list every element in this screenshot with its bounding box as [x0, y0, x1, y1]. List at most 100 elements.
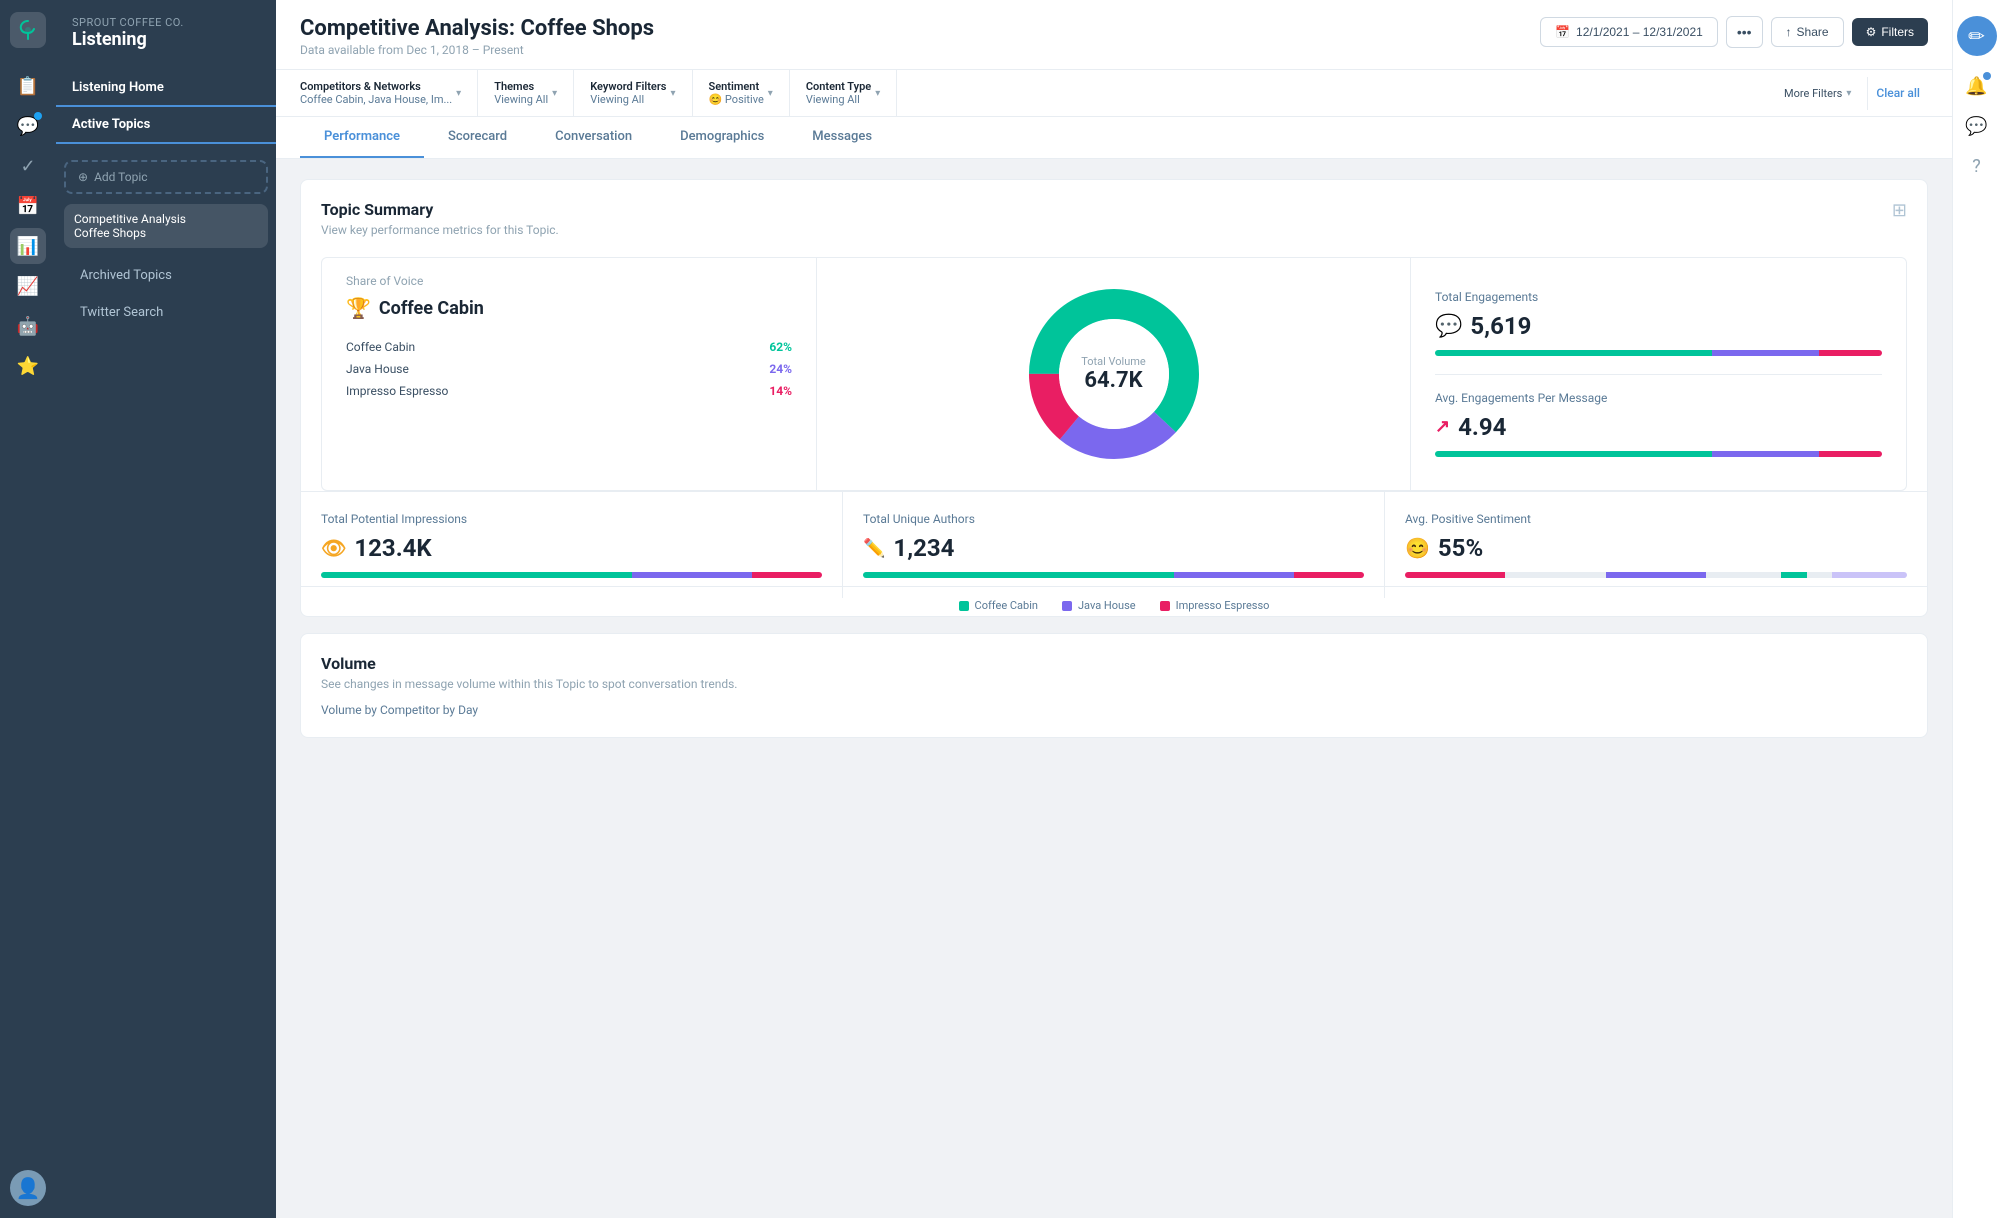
total-engagements-label: Total Engagements [1435, 290, 1882, 304]
nav-tasks-icon[interactable]: ✓ [10, 148, 46, 184]
filter-themes[interactable]: Themes Viewing All ▾ [478, 70, 574, 116]
filter-sentiment[interactable]: Sentiment 😊 Positive ▾ [693, 70, 790, 116]
filter-icon: ⚙ [1866, 25, 1877, 39]
topic-summary-subtitle: View key performance metrics for this To… [321, 223, 559, 237]
share-icon: ↑ [1786, 25, 1792, 39]
notification-badge [1983, 72, 1991, 80]
tab-scorecard[interactable]: Scorecard [424, 117, 531, 158]
topic-item-competitive-analysis[interactable]: Competitive AnalysisCoffee Shops [64, 204, 268, 248]
avg-engagements-progress-bar [1435, 451, 1882, 457]
topic-summary-card: Topic Summary View key performance metri… [300, 179, 1928, 617]
sidebar-item-active-topics[interactable]: Active Topics [56, 107, 276, 144]
notifications-icon[interactable]: 🔔 [1959, 68, 1995, 104]
pen-icon: ✏️ [863, 538, 885, 559]
donut-center-label: Total Volume 64.7K [1081, 355, 1146, 393]
nav-publishing-icon[interactable]: 📅 [10, 188, 46, 224]
chevron-down-icon: ▾ [456, 88, 461, 99]
sidebar-item-twitter-search[interactable]: Twitter Search [64, 295, 268, 330]
calendar-icon: 📅 [1555, 25, 1570, 39]
legend-dot-red [1160, 601, 1170, 611]
volume-card: Volume See changes in message volume wit… [300, 633, 1928, 738]
tab-demographics[interactable]: Demographics [656, 117, 788, 158]
filter-keywords[interactable]: Keyword Filters Viewing All ▾ [574, 70, 692, 116]
add-icon: ⊕ [78, 170, 88, 184]
sov-row-java-house: Java House 24% [346, 358, 792, 380]
nav-listening-icon[interactable]: 📋 [10, 68, 46, 104]
brand-company: Sprout Coffee Co. [72, 16, 260, 29]
engagement-metrics-panel: Total Engagements 💬 5,619 Avg [1411, 258, 1906, 490]
sidebar-item-listening-home[interactable]: Listening Home [56, 70, 276, 107]
page-title: Competitive Analysis: Coffee Shops [300, 16, 654, 41]
brand-block: Sprout Coffee Co. Listening [56, 16, 276, 70]
sov-winner: 🏆 Coffee Cabin [346, 296, 792, 320]
sprout-logo[interactable] [10, 12, 46, 48]
tab-performance[interactable]: Performance [300, 117, 424, 158]
nav-reports-icon[interactable]: 📈 [10, 268, 46, 304]
nav-messages-icon[interactable]: 💬 [10, 108, 46, 144]
page-title-block: Competitive Analysis: Coffee Shops Data … [300, 16, 654, 57]
clear-all-button[interactable]: Clear all [1868, 76, 1928, 110]
total-engagements-value: 💬 5,619 [1435, 312, 1882, 340]
filter-more[interactable]: More Filters ▾ [1768, 77, 1868, 110]
sidebar-item-archived-topics[interactable]: Archived Topics [64, 258, 268, 293]
share-button[interactable]: ↑ Share [1771, 17, 1844, 47]
engagements-progress-bar [1435, 350, 1882, 356]
chat-icon: 💬 [1435, 314, 1462, 339]
chevron-down-icon: ▾ [552, 88, 557, 99]
stat-sentiment: Avg. Positive Sentiment 😊 55% [1385, 492, 1927, 598]
help-icon[interactable]: ? [1959, 148, 1995, 184]
compose-button[interactable]: ✏ [1957, 16, 1997, 56]
top-header: Competitive Analysis: Coffee Shops Data … [276, 0, 1952, 117]
add-topic-button[interactable]: ⊕ Add Topic [64, 160, 268, 194]
share-of-voice-panel: Share of Voice 🏆 Coffee Cabin Coffee Cab… [322, 258, 817, 490]
volume-byline: Volume by Competitor by Day [321, 703, 1907, 717]
chevron-down-icon: ▾ [768, 88, 773, 99]
more-options-button[interactable]: ••• [1726, 16, 1763, 48]
chat-support-icon[interactable]: 💬 [1959, 108, 1995, 144]
stat-authors: Total Unique Authors ✏️ 1,234 [843, 492, 1385, 598]
stats-row: Total Potential Impressions 👁 123.4K Tot… [301, 491, 1927, 598]
content-area: Topic Summary View key performance metri… [276, 159, 1952, 1218]
filters-button[interactable]: ⚙ Filters [1852, 18, 1928, 46]
chevron-down-icon: ▾ [875, 88, 880, 99]
right-rail: ✏ 🔔 💬 ? [1952, 0, 2000, 1218]
legend-dot-purple [1062, 601, 1072, 611]
eye-icon: 👁 [321, 536, 346, 560]
legend-coffee-cabin: Coffee Cabin [959, 599, 1038, 612]
header-actions: 📅 12/1/2021 – 12/31/2021 ••• ↑ Share ⚙ F… [1540, 16, 1928, 48]
brand-product: Listening [72, 29, 260, 50]
filter-bar: Competitors & Networks Coffee Cabin, Jav… [276, 69, 1952, 116]
sentiment-bar [1405, 572, 1907, 578]
legend-java-house: Java House [1062, 599, 1136, 612]
sov-label: Share of Voice [346, 274, 792, 288]
date-range-button[interactable]: 📅 12/1/2021 – 12/31/2021 [1540, 17, 1718, 47]
tab-messages[interactable]: Messages [788, 117, 896, 158]
volume-title: Volume [321, 654, 1907, 673]
main-area: Competitive Analysis: Coffee Shops Data … [276, 0, 1952, 1218]
table-view-icon[interactable]: ⊞ [1892, 200, 1907, 221]
topic-summary-title: Topic Summary [321, 200, 559, 219]
icon-rail: 📋 💬 ✓ 📅 📊 📈 🤖 ⭐ 👤 [0, 0, 56, 1218]
avg-engagements-value: ↗ 4.94 [1435, 413, 1882, 441]
arrow-up-icon: ↗ [1435, 416, 1450, 437]
donut-chart: Total Volume 64.7K [1014, 274, 1214, 474]
donut-chart-panel: Total Volume 64.7K [817, 258, 1411, 490]
tabs-bar: Performance Scorecard Conversation Demog… [276, 117, 1952, 159]
avg-engagements-card: Avg. Engagements Per Message ↗ 4.94 [1435, 375, 1882, 475]
nav-star-icon[interactable]: ⭐ [10, 348, 46, 384]
user-avatar[interactable]: 👤 [10, 1170, 46, 1206]
authors-bar [863, 572, 1364, 578]
nav-automations-icon[interactable]: 🤖 [10, 308, 46, 344]
sov-row-impresso: Impresso Espresso 14% [346, 380, 792, 402]
nav-analytics-icon[interactable]: 📊 [10, 228, 46, 264]
total-engagements-card: Total Engagements 💬 5,619 [1435, 274, 1882, 375]
impressions-bar [321, 572, 822, 578]
page-subtitle: Data available from Dec 1, 2018 – Presen… [300, 43, 654, 57]
chevron-down-icon: ▾ [1846, 88, 1851, 99]
smile-icon: 😊 [1405, 536, 1430, 560]
filter-competitors[interactable]: Competitors & Networks Coffee Cabin, Jav… [300, 70, 478, 116]
sidebar: Sprout Coffee Co. Listening Listening Ho… [56, 0, 276, 1218]
filter-content-type[interactable]: Content Type Viewing All ▾ [790, 70, 897, 116]
stat-impressions: Total Potential Impressions 👁 123.4K [301, 492, 843, 598]
tab-conversation[interactable]: Conversation [531, 117, 656, 158]
